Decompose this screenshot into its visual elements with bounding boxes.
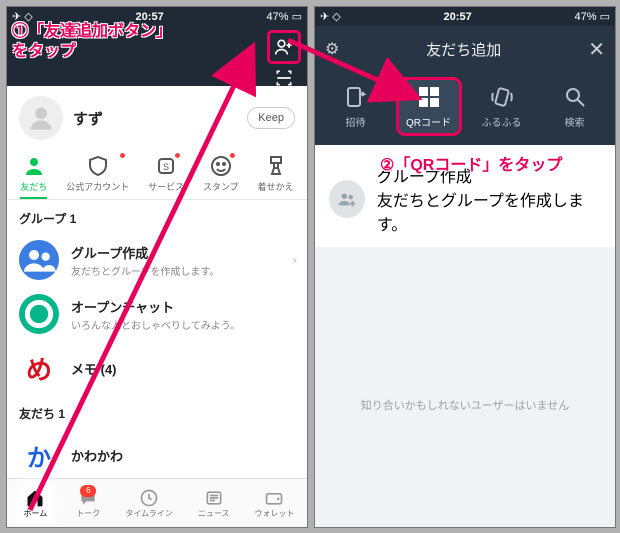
tab-friends[interactable]: 友だち [20, 154, 47, 193]
status-bar-r: ✈︎◇ 20:57 47%▭ [315, 7, 615, 26]
phone-left: ✈︎◇ 20:57 47%▭ すず Keep 友だち 公式アカウント [6, 6, 308, 528]
svg-text:S: S [163, 162, 169, 172]
nav-news[interactable]: ニュース [198, 488, 230, 519]
row-memo[interactable]: め メモ (4) [7, 341, 307, 395]
nav-talk[interactable]: 6 トーク [76, 488, 100, 519]
nav-timeline[interactable]: タイムライン [125, 488, 172, 519]
profile-name: すず [73, 108, 237, 129]
shield-icon [86, 154, 110, 178]
battery-icon: ▭ [600, 10, 610, 23]
shake-icon [489, 84, 515, 110]
method-row: 招待 QRコード ふるふる 検索 [315, 72, 615, 145]
wifi-icon: ◇ [332, 10, 340, 23]
scan-button[interactable] [270, 64, 298, 92]
add-friend-button[interactable] [267, 30, 301, 64]
method-search[interactable]: 検索 [545, 80, 605, 133]
group-header: グループ 1 [7, 200, 307, 233]
tab-official[interactable]: 公式アカウント [66, 154, 129, 193]
person-icon [22, 154, 46, 178]
friend-avatar: か [19, 435, 59, 475]
nav-home[interactable]: ホーム [20, 486, 52, 521]
avatar-icon [19, 96, 63, 140]
tab-theme[interactable]: 着せかえ [258, 154, 294, 193]
row-group-create[interactable]: グループ作成友だちとグループを作成します。 › [7, 233, 307, 287]
tab-service[interactable]: S サービス [148, 154, 184, 193]
smile-icon [209, 154, 233, 178]
airplane-icon: ✈︎ [320, 10, 329, 23]
phone-right: ✈︎◇ 20:57 47%▭ ⚙ 友だち追加 ✕ 招待 QRコード ふるふる 検… [314, 6, 616, 528]
annotation-step1: ①「友達追加ボタン」 をタップ [12, 22, 172, 62]
page-title: 友だち追加 [426, 39, 501, 60]
method-shake[interactable]: ふるふる [472, 80, 532, 133]
row-friend[interactable]: か かわかわ [7, 428, 307, 482]
qr-icon [416, 84, 442, 110]
group-create-icon [329, 180, 365, 218]
row-openchat[interactable]: オープンチャットいろんな人とおしゃべりしてみよう。 [7, 287, 307, 341]
memo-icon: め [19, 348, 59, 388]
invite-icon [343, 84, 369, 110]
openchat-icon [19, 294, 59, 334]
battery-icon: ▭ [292, 10, 302, 23]
group-icon [19, 240, 59, 280]
battery-pct: 47% [267, 11, 289, 23]
body-right: グループ作成 友だちとグループを作成します。 知り合いかもしれないユーザーはいま… [315, 151, 615, 528]
home-tabs: 友だち 公式アカウント S サービス スタンプ 着せかえ [7, 150, 307, 200]
profile-row[interactable]: すず Keep [7, 86, 307, 150]
brush-icon [264, 154, 288, 178]
gear-icon[interactable]: ⚙ [325, 39, 339, 59]
status-time: 20:57 [136, 11, 164, 23]
empty-message: 知り合いかもしれないユーザーはいません [315, 397, 615, 413]
header-right: ⚙ 友だち追加 ✕ [315, 26, 615, 72]
status-time-r: 20:57 [444, 11, 472, 23]
tab-stamp[interactable]: スタンプ [203, 154, 239, 193]
annotation-step2: ②「QRコード」をタップ [380, 156, 562, 176]
service-icon: S [154, 154, 178, 178]
method-invite[interactable]: 招待 [326, 80, 386, 133]
search-icon [562, 84, 588, 110]
keep-button[interactable]: Keep [247, 107, 295, 129]
friends-header: 友だち 1 [7, 395, 307, 428]
nav-wallet[interactable]: ウォレット [254, 488, 294, 519]
bottom-nav: ホーム 6 トーク タイムライン ニュース ウォレット [7, 478, 307, 527]
chevron-right-icon: › [293, 253, 297, 267]
method-qr[interactable]: QRコード [399, 80, 459, 133]
close-icon[interactable]: ✕ [588, 37, 605, 62]
